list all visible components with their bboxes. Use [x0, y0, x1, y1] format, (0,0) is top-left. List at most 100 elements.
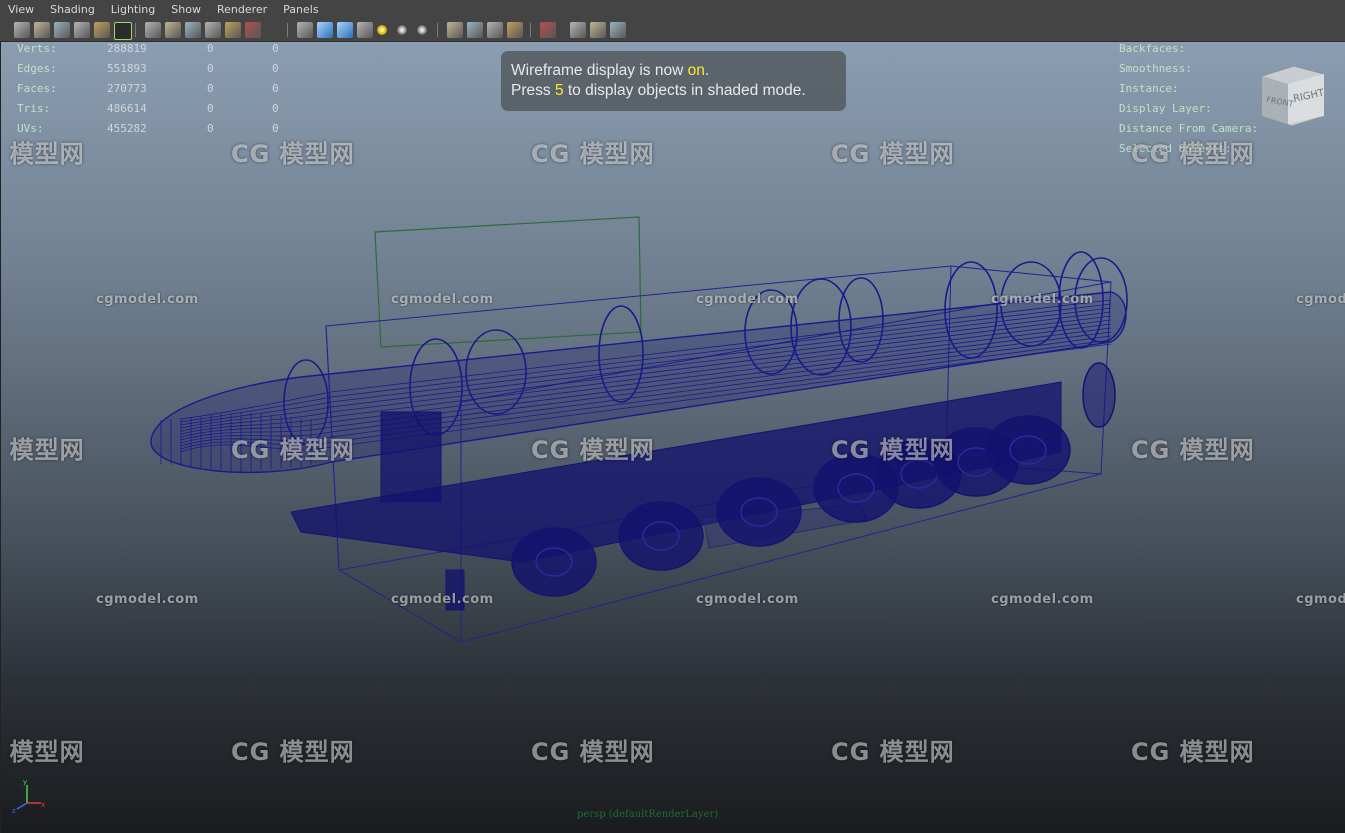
hud-value: 455282: [107, 122, 147, 135]
menu-view[interactable]: View: [0, 0, 42, 20]
panel-menubar: View Shading Lighting Show Renderer Pane…: [0, 0, 1345, 20]
camera-attributes-icon[interactable]: [34, 22, 50, 38]
image-plane-icon[interactable]: [74, 22, 90, 38]
shade-wireframe-icon[interactable]: [337, 22, 353, 38]
resolution-gate-icon[interactable]: [185, 22, 201, 38]
hud-row-verts: Verts: 288819 0 0: [17, 42, 279, 56]
grease-pencil-icon[interactable]: [114, 22, 132, 40]
watermark-text: cgmodel.com: [1296, 592, 1345, 607]
watermark-logo: CG 模型网: [1131, 436, 1255, 464]
depth-of-field-icon[interactable]: [487, 22, 503, 38]
film-gate-icon[interactable]: [165, 22, 181, 38]
hud-label: Instance:: [1119, 82, 1179, 95]
wireframe-icon[interactable]: [297, 22, 313, 38]
menu-lighting[interactable]: Lighting: [103, 0, 163, 20]
menu-renderer[interactable]: Renderer: [209, 0, 275, 20]
2d-pan-zoom-icon[interactable]: [94, 22, 110, 38]
hud-z2: 0: [272, 102, 279, 115]
hud-label: Backfaces:: [1119, 42, 1186, 55]
wheel: [511, 527, 597, 597]
watermark-text: cgmodel.com: [991, 292, 1094, 307]
hud-z1: 0: [207, 42, 214, 55]
toolbar-separator: [287, 23, 288, 37]
watermark-logo: CG 模型网: [831, 140, 955, 168]
in-view-message: Wireframe display is now on. Press 5 to …: [501, 51, 846, 111]
hud-z1: 0: [207, 82, 214, 95]
wheel: [618, 501, 704, 571]
watermark-logo: CG 模型网: [231, 436, 355, 464]
hud-label: Smoothness:: [1119, 62, 1192, 75]
motion-blur-icon[interactable]: [447, 22, 463, 38]
watermark-text: cgmodel.com: [1296, 292, 1345, 307]
textured-icon[interactable]: [357, 22, 373, 38]
watermark-text: cgmodel.com: [96, 292, 199, 307]
axis-z-label: z: [12, 807, 16, 815]
hud-row-backfaces: Backfaces:N/A: [1119, 42, 1185, 55]
message-line-1: Wireframe display is now on.: [511, 62, 710, 79]
hud-row-tris: Tris: 486614 0 0: [17, 102, 279, 116]
watermark-logo: CG 模型网: [1, 436, 85, 464]
hud-z1: 0: [207, 62, 214, 75]
xray-icon[interactable]: [570, 22, 586, 38]
screen-space-icon[interactable]: [507, 22, 523, 38]
smooth-shade-icon[interactable]: [317, 22, 333, 38]
bookmark-icon[interactable]: [54, 22, 70, 38]
message-line-2: Press 5 to display objects in shaded mod…: [511, 82, 806, 99]
shadows-icon[interactable]: [397, 25, 407, 35]
hud-label: Verts:: [17, 42, 57, 55]
watermark-text: cgmodel.com: [696, 592, 799, 607]
viewcube-icon[interactable]: FRONT RIGHT: [1258, 62, 1328, 132]
menu-show[interactable]: Show: [163, 0, 209, 20]
grid-icon[interactable]: [145, 22, 161, 38]
watermark-logo: CG 模型网: [231, 738, 355, 766]
safe-action-icon[interactable]: [245, 22, 261, 38]
menu-shading[interactable]: Shading: [42, 0, 103, 20]
axis-y-label: y: [23, 778, 27, 786]
hud-value: 551893: [107, 62, 147, 75]
watermark-logo: CG 模型网: [531, 738, 655, 766]
toolbar-separator: [135, 23, 136, 37]
hud-value: 486614: [107, 102, 147, 115]
watermark-logo: CG 模型网: [831, 436, 955, 464]
wheel: [985, 415, 1071, 485]
camera-select-icon[interactable]: [14, 22, 30, 38]
hud-z2: 0: [272, 62, 279, 75]
hud-label: Faces:: [17, 82, 57, 95]
ambient-occlusion-icon[interactable]: [417, 25, 427, 35]
gate-mask-icon[interactable]: [205, 22, 221, 38]
hud-row-display-layer: Display Layer:N/A: [1119, 102, 1212, 115]
xray-active-icon[interactable]: [610, 22, 626, 38]
hud-label: Display Layer:: [1119, 102, 1212, 115]
panel-toolbar: [0, 20, 1345, 42]
watermark-logo: CG 模型网: [531, 436, 655, 464]
watermark-text: cgmodel.com: [391, 292, 494, 307]
hud-row-edges: Edges: 551893 0 0: [17, 62, 279, 76]
camera-name-label: persp (defaultRenderLayer): [577, 809, 719, 820]
xray-joints-icon[interactable]: [590, 22, 606, 38]
toolbar-separator: [437, 23, 438, 37]
multisample-icon[interactable]: [467, 22, 483, 38]
field-chart-icon[interactable]: [225, 22, 241, 38]
maya-viewport-window: View Shading Lighting Show Renderer Pane…: [0, 0, 1345, 833]
axis-x-label: x: [41, 801, 45, 809]
use-lights-icon[interactable]: [377, 25, 387, 35]
menu-panels[interactable]: Panels: [275, 0, 326, 20]
wheel: [716, 477, 802, 547]
hud-label: Tris:: [17, 102, 51, 115]
watermark-logo: CG 模型网: [831, 738, 955, 766]
camera-frame: [374, 216, 642, 348]
watermark-logo: CG 模型网: [231, 140, 355, 168]
toolbar-separator: [530, 23, 531, 37]
watermark-logo: CG 模型网: [1, 738, 85, 766]
watermark-text: cgmodel.com: [96, 592, 199, 607]
isolate-select-icon[interactable]: [540, 22, 556, 38]
hud-row-instance: Instance:N/A: [1119, 82, 1179, 95]
hud-z1: 0: [207, 122, 214, 135]
hud-z1: 0: [207, 102, 214, 115]
hud-z2: 0: [272, 82, 279, 95]
rear-fan: [1082, 362, 1116, 428]
watermark-text: cgmodel.com: [991, 592, 1094, 607]
watermark-logo: CG 模型网: [1, 140, 85, 168]
perspective-viewport[interactable]: Verts: 288819 0 0 Edges: 551893 0 0 Faces: 270773…: [0, 42, 1345, 833]
hud-z2: 0: [272, 42, 279, 55]
